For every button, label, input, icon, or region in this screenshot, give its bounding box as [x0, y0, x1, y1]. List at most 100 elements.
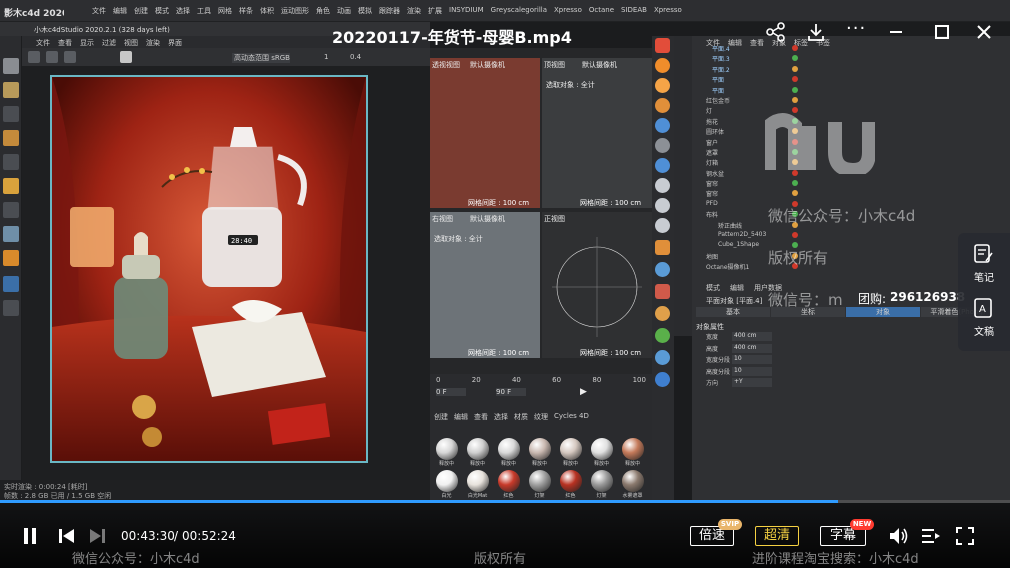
material-swatch[interactable]: 红色: [494, 470, 523, 500]
top-menu-item[interactable]: Octane: [589, 6, 614, 16]
material-tab[interactable]: 查看: [474, 412, 488, 421]
main-menu-item[interactable]: 渲染: [146, 38, 160, 47]
object-tag-icon[interactable]: [792, 55, 798, 62]
transcript-icon[interactable]: A: [972, 297, 994, 319]
top-menu-item[interactable]: 选择: [176, 6, 190, 16]
quality-button[interactable]: 超清: [755, 526, 799, 546]
film-icon[interactable]: [655, 284, 670, 299]
top-menu-item[interactable]: 角色: [316, 6, 330, 16]
region-icon[interactable]: [64, 51, 76, 63]
attribute-subtab[interactable]: 基本: [696, 307, 770, 317]
main-menu-item[interactable]: 文件: [36, 38, 50, 47]
corner-tool-icon[interactable]: [3, 178, 19, 194]
magnet-tool-icon[interactable]: [3, 250, 19, 266]
top-menu-item[interactable]: 文件: [92, 6, 106, 16]
box-tool-icon[interactable]: [3, 106, 19, 122]
lock-icon[interactable]: [120, 51, 132, 63]
sun-icon[interactable]: [655, 78, 670, 93]
viewport-perspective[interactable]: 透视视图 默认摄像机 网格间距 : 100 cm: [430, 58, 540, 208]
viewport-front[interactable]: 正视图 网格间距 : 100 cm: [542, 212, 652, 358]
attribute-tab[interactable]: 编辑: [730, 283, 744, 292]
object-row[interactable]: 平面: [696, 86, 996, 96]
object-row[interactable]: 窗帘: [696, 179, 996, 189]
material-swatch[interactable]: 红色: [556, 470, 585, 500]
previous-icon[interactable]: [58, 527, 76, 545]
camera-icon[interactable]: [655, 138, 670, 153]
attribute-field-value[interactable]: 10: [732, 355, 772, 364]
main-menu-item[interactable]: 显示: [80, 38, 94, 47]
material-swatch[interactable]: 释放中: [556, 438, 585, 472]
transcript-label[interactable]: 文稿: [958, 323, 1010, 338]
sky-icon[interactable]: [655, 118, 670, 133]
top-menu-item[interactable]: SIDEAB: [621, 6, 647, 16]
axis-y-icon[interactable]: [655, 198, 670, 213]
material-tab[interactable]: 材质: [514, 412, 528, 421]
object-icon[interactable]: [655, 240, 670, 255]
render-icon[interactable]: [28, 51, 40, 63]
cube-tool-icon[interactable]: [3, 58, 19, 74]
material-swatch[interactable]: 释放中: [587, 438, 616, 472]
grid-tool-icon[interactable]: [3, 276, 19, 292]
top-menu-item[interactable]: 模拟: [358, 6, 372, 16]
attribute-field-value[interactable]: 400 cm: [732, 332, 772, 341]
green-sphere-icon[interactable]: [655, 328, 670, 343]
toolbar-value-b[interactable]: 0.4: [350, 53, 368, 61]
material-tab[interactable]: 编辑: [454, 412, 468, 421]
attribute-field-value[interactable]: 10: [732, 366, 772, 376]
more-icon[interactable]: ···: [846, 20, 866, 42]
top-menu-item[interactable]: 编辑: [113, 6, 127, 16]
material-tab[interactable]: 创建: [434, 412, 448, 421]
blue-shape-icon[interactable]: [655, 350, 670, 365]
top-menu-item[interactable]: 运动图形: [281, 6, 309, 16]
scale-tool-icon[interactable]: [3, 202, 19, 218]
axis-x-icon[interactable]: [655, 178, 670, 193]
light-icon[interactable]: [655, 58, 670, 73]
axis-z-icon[interactable]: [655, 218, 670, 233]
object-row[interactable]: 红包金币: [696, 96, 996, 106]
object-tag-icon[interactable]: [792, 86, 798, 93]
share-icon[interactable]: [766, 22, 786, 42]
timeline-start-frame[interactable]: 0 F: [436, 388, 466, 396]
material-swatch[interactable]: 释放中: [618, 438, 647, 472]
playlist-icon[interactable]: [920, 526, 942, 546]
object-tag-icon[interactable]: [792, 45, 798, 51]
material-tool-icon[interactable]: [3, 130, 19, 146]
object-row[interactable]: Pattern2D_5403: [696, 231, 996, 241]
top-menu-item[interactable]: 跟踪器: [379, 6, 400, 16]
renderer-dropdown[interactable]: 高动态范围 sRGB: [232, 53, 290, 63]
globe-icon[interactable]: [655, 158, 670, 173]
top-menu-item[interactable]: 创建: [134, 6, 148, 16]
timeline[interactable]: 0 20 40 60 80 100 0 F 90 F ▶: [430, 374, 652, 410]
material-tab[interactable]: Cycles 4D: [554, 412, 589, 420]
material-swatch[interactable]: 白光Mat: [463, 470, 492, 500]
object-row[interactable]: 平面: [696, 75, 996, 85]
object-row[interactable]: 窗帘: [696, 189, 996, 199]
volume-icon[interactable]: [888, 526, 910, 546]
top-menu-item[interactable]: 模式: [155, 6, 169, 16]
object-tag-icon[interactable]: [792, 96, 798, 103]
next-icon[interactable]: [88, 527, 106, 545]
material-swatch[interactable]: 灯架: [587, 470, 616, 500]
minimize-icon[interactable]: [888, 24, 904, 40]
top-menu-item[interactable]: INSYDIUM: [449, 6, 484, 16]
sphere-icon[interactable]: [655, 262, 670, 277]
top-menu-item[interactable]: Xpresso: [554, 6, 582, 16]
timeline-end-frame[interactable]: 90 F: [496, 388, 526, 396]
viewport-top[interactable]: 顶视图 默认摄像机 选取对象 : 全计 网格间距 : 100 cm: [542, 58, 652, 208]
attribute-tab[interactable]: 模式: [706, 283, 720, 292]
dollar-tool-icon[interactable]: [3, 226, 19, 242]
main-menu-item[interactable]: 界面: [168, 38, 182, 47]
cube-blue-icon[interactable]: [655, 372, 670, 387]
attribute-field-value[interactable]: 400 cm: [732, 343, 772, 353]
play-icon[interactable]: ▶: [580, 387, 590, 397]
top-menu-item[interactable]: 网格: [218, 6, 232, 16]
record-icon[interactable]: [655, 38, 670, 53]
top-menu-item[interactable]: 体积: [260, 6, 274, 16]
main-menu-item[interactable]: 视图: [124, 38, 138, 47]
object-tag-icon[interactable]: [792, 65, 798, 72]
object-tag-icon[interactable]: [792, 190, 798, 197]
top-menu-item[interactable]: 渲染: [407, 6, 421, 16]
top-menu-item[interactable]: 工具: [197, 6, 211, 16]
top-menu-item[interactable]: 动画: [337, 6, 351, 16]
material-swatch[interactable]: 释放中: [525, 438, 554, 472]
